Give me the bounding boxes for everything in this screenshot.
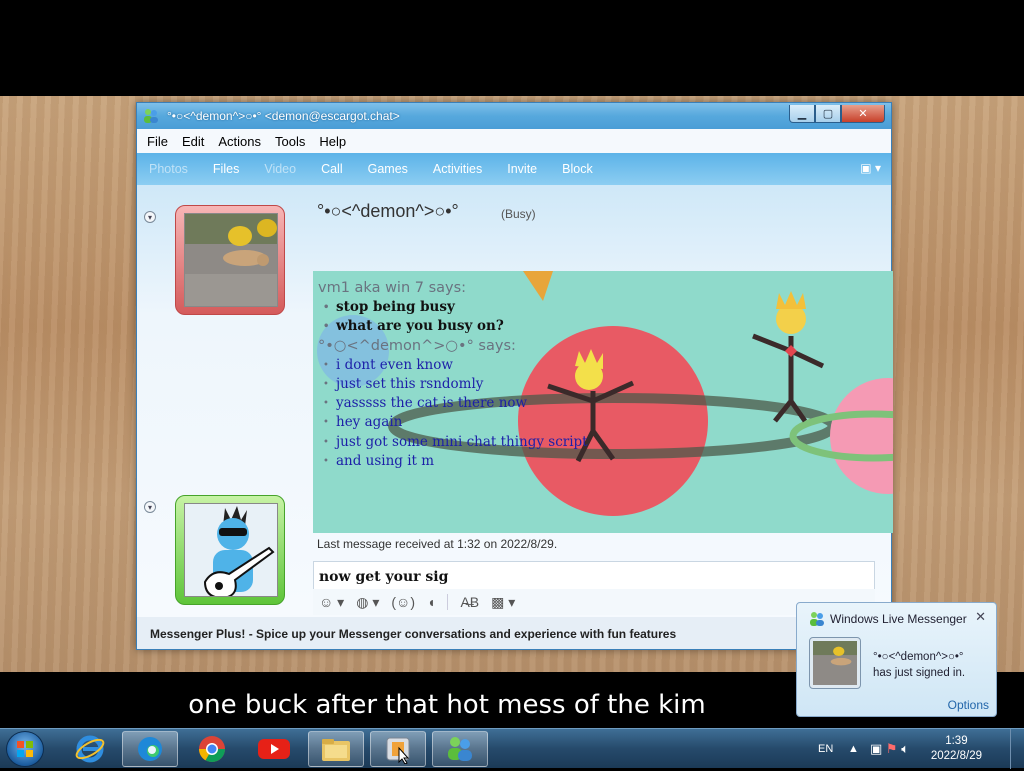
maximize-button[interactable]: ▢ <box>815 105 841 123</box>
messenger-buddies-icon <box>144 109 158 123</box>
menu-tools[interactable]: Tools <box>275 134 305 149</box>
toolbar-files[interactable]: Files <box>213 162 239 176</box>
notification-header: Windows Live Messenger <box>809 611 967 627</box>
sender-label: vm1 aka win 7 says: <box>318 280 467 296</box>
tray-icons[interactable]: ▣ ⚑ 🔈︎ <box>870 729 909 769</box>
app-icon <box>386 737 410 764</box>
message-line: i dont even know <box>318 356 778 376</box>
layout-options-icon[interactable]: ▣ ▾ <box>860 161 881 175</box>
start-button[interactable] <box>6 731 44 767</box>
close-button[interactable]: ✕ <box>841 105 885 123</box>
message-line: hey again <box>318 413 778 433</box>
windows-logo-icon <box>17 741 33 757</box>
message-input[interactable]: now get your sig <box>313 561 875 591</box>
title-bar[interactable]: °•○<^demon^>○•° <demon@escargot.chat> ▁ … <box>137 103 891 129</box>
self-picture <box>184 503 278 597</box>
menu-edit[interactable]: Edit <box>182 134 204 149</box>
messenger-buddies-icon <box>810 612 824 626</box>
message-line: stop being busy <box>318 298 778 318</box>
font-icon[interactable]: A̶B <box>460 594 479 610</box>
clock[interactable]: 1:39 2022/8/29 <box>931 734 982 764</box>
chrome-icon <box>198 736 226 763</box>
toolbar-separator <box>447 594 449 610</box>
menu-help[interactable]: Help <box>319 134 346 149</box>
message-line: just got some mini chat thingy script <box>318 433 778 453</box>
internet-explorer-icon <box>75 735 105 763</box>
taskbar-messenger[interactable] <box>432 731 488 767</box>
youtube-icon <box>258 739 290 759</box>
show-desktop-button[interactable] <box>1010 729 1024 769</box>
message-line: and using it m <box>318 452 778 472</box>
toolbar-games[interactable]: Games <box>368 162 408 176</box>
last-message-timestamp: Last message received at 1:32 on 2022/8/… <box>317 537 558 551</box>
messages: vm1 aka win 7 says: stop being busy what… <box>318 279 778 472</box>
volume-icon[interactable]: 🔈︎ <box>901 741 909 757</box>
voice-clip-icon[interactable]: ◖ <box>427 594 435 610</box>
toolbar-call[interactable]: Call <box>321 162 343 176</box>
action-toolbar: Photos Files Video Call Games Activities… <box>137 153 891 185</box>
contact-avatar[interactable] <box>175 205 285 315</box>
messenger-buddies-icon <box>448 737 472 761</box>
status-bar[interactable]: Messenger Plus! - Spice up your Messenge… <box>137 617 891 649</box>
toolbar-activities[interactable]: Activities <box>433 162 482 176</box>
chat-history[interactable]: vm1 aka win 7 says: stop being busy what… <box>313 271 893 533</box>
message-line: yasssss the cat is there now <box>318 394 778 414</box>
contact-status: (Busy) <box>501 207 536 221</box>
self-avatar[interactable] <box>175 495 285 605</box>
collapse-contact-icon[interactable]: ▾ <box>144 211 156 223</box>
notification-avatar <box>809 637 861 689</box>
toolbar-photos: Photos <box>149 162 188 176</box>
toolbar-video: Video <box>264 162 297 176</box>
sender-label: °•○<^demon^>○•° says: <box>318 337 516 354</box>
wink-icon[interactable]: ◍ ▾ <box>356 594 379 611</box>
menu-bar: File Edit Actions Tools Help <box>137 129 891 153</box>
network-icon[interactable]: ▣ <box>870 741 882 757</box>
contact-picture <box>184 213 278 307</box>
clock-time: 1:39 <box>945 735 968 747</box>
language-indicator[interactable]: EN <box>818 729 833 769</box>
message-line: what are you busy on? <box>318 317 778 337</box>
background-icon[interactable]: ▩ ▾ <box>491 594 515 611</box>
taskbar-app[interactable] <box>370 731 426 767</box>
action-center-icon[interactable]: ⚑ <box>886 741 898 757</box>
message-line: just set this rsndomly <box>318 375 778 395</box>
folder-icon <box>322 739 350 761</box>
notification-close-icon[interactable]: ✕ <box>975 609 986 625</box>
notification-contact-name: °•○<^demon^>○•° <box>873 651 964 663</box>
edge-icon <box>138 737 162 761</box>
notification-options-link[interactable]: Options <box>948 698 989 712</box>
nudge-icon[interactable]: (☺) <box>391 594 415 610</box>
clock-date: 2022/8/29 <box>930 750 982 762</box>
notification-message: °•○<^demon^>○•° has just signed in. <box>873 649 965 681</box>
conversation-window: °•○<^demon^>○•° <demon@escargot.chat> ▁ … <box>136 102 893 650</box>
show-hidden-icons[interactable]: ▲ <box>848 729 859 769</box>
taskbar-internet-explorer[interactable] <box>62 731 118 767</box>
emoticon-icon[interactable]: ☺ ▾ <box>319 594 344 611</box>
input-toolbar: ☺ ▾ ◍ ▾ (☺) ◖ A̶B ▩ ▾ <box>313 589 875 615</box>
menu-actions[interactable]: Actions <box>218 134 261 149</box>
notification-text: has just signed in. <box>873 667 966 679</box>
notification-app-name: Windows Live Messenger <box>830 612 967 626</box>
minimize-button[interactable]: ▁ <box>789 105 815 123</box>
toolbar-invite[interactable]: Invite <box>507 162 537 176</box>
window-title: °•○<^demon^>○•° <demon@escargot.chat> <box>167 109 400 123</box>
video-subtitle: one buck after that hot mess of the kim <box>188 690 706 720</box>
taskbar-youtube[interactable] <box>246 731 302 767</box>
conversation-area: ▾ °•○<^demon^>○•° (Busy) vm1 aka win 7 s… <box>137 185 893 617</box>
collapse-self-icon[interactable]: ▾ <box>144 501 156 513</box>
menu-file[interactable]: File <box>147 134 168 149</box>
contact-name: °•○<^demon^>○•° <box>317 201 459 221</box>
taskbar-chrome[interactable] <box>184 731 240 767</box>
taskbar: EN ▲ ▣ ⚑ 🔈︎ 1:39 2022/8/29 <box>0 728 1024 769</box>
taskbar-file-explorer[interactable] <box>308 731 364 767</box>
toolbar-block[interactable]: Block <box>562 162 593 176</box>
taskbar-edge[interactable] <box>122 731 178 767</box>
